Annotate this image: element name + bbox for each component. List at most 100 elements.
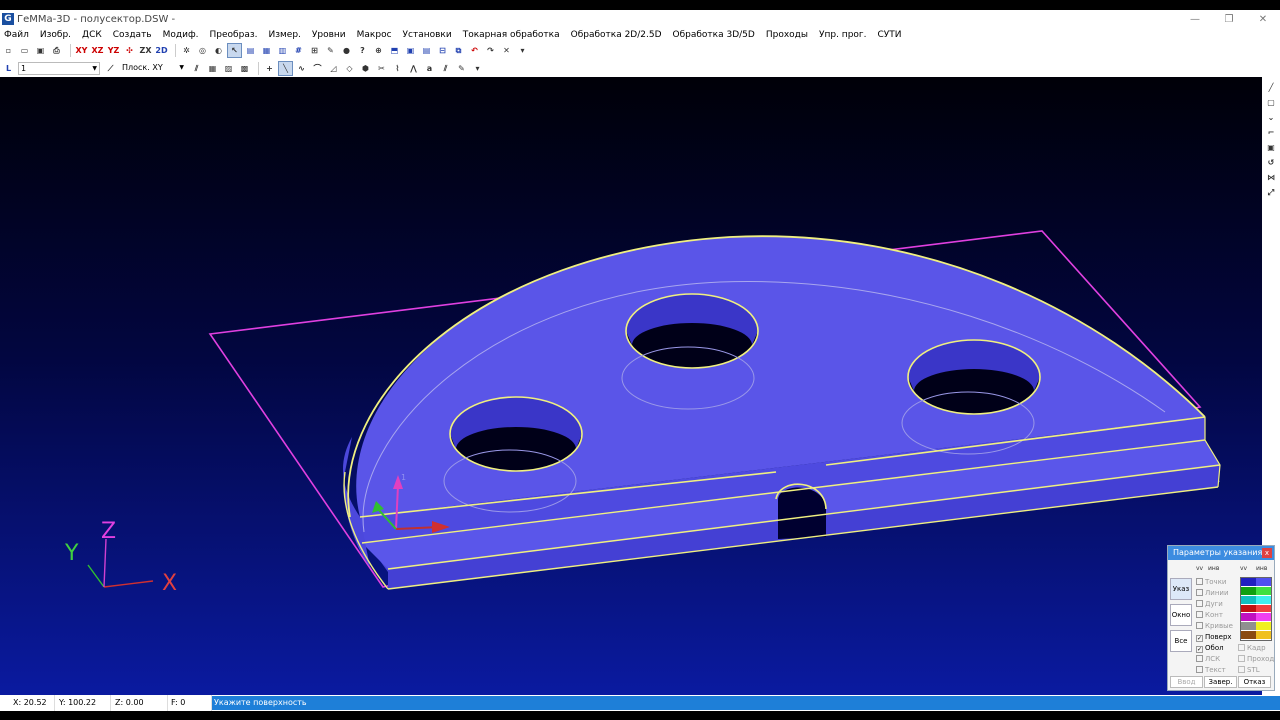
shaded-view-icon[interactable]: ▦ xyxy=(260,44,273,57)
view-zx-button[interactable]: ZX xyxy=(139,44,152,57)
export-icon[interactable]: ⧉ xyxy=(452,44,465,57)
menu-file[interactable]: Файл xyxy=(4,30,29,40)
hatch-icon[interactable]: ▨ xyxy=(222,62,235,75)
checkbox[interactable] xyxy=(1238,644,1245,651)
checkbox[interactable] xyxy=(1196,600,1203,607)
select-pointer-icon[interactable]: ↖ xyxy=(227,43,242,58)
menu-suti[interactable]: СУТИ xyxy=(878,30,902,40)
plane-icon[interactable]: ⟋ xyxy=(104,62,117,75)
checkbox[interactable] xyxy=(1196,655,1203,662)
color-swatch[interactable] xyxy=(1241,631,1256,640)
line-icon[interactable]: ╲ xyxy=(278,60,293,76)
3d-viewport[interactable]: 1 X Y Z xyxy=(0,77,1262,695)
help-icon[interactable]: ? xyxy=(356,44,369,57)
chevron-icon[interactable]: ⌄ xyxy=(1265,111,1278,124)
rotate-icon[interactable]: ↺ xyxy=(1265,156,1278,169)
cancel-button[interactable]: Отказ xyxy=(1238,676,1271,688)
menu-measure[interactable]: Измер. xyxy=(268,30,300,40)
zoom-in-icon[interactable]: ◎ xyxy=(196,44,209,57)
close-button[interactable]: ✕ xyxy=(1246,14,1280,25)
database-icon[interactable]: ⊟ xyxy=(436,44,449,57)
finish-button[interactable]: Завер. xyxy=(1204,676,1237,688)
menu-turning[interactable]: Токарная обработка xyxy=(463,30,560,40)
filter-points[interactable]: Точки xyxy=(1196,578,1226,586)
menu-dsk[interactable]: ДСК xyxy=(82,30,102,40)
new-file-icon[interactable]: ▫ xyxy=(2,44,15,57)
delete-icon[interactable]: ✕ xyxy=(500,44,513,57)
solid-icon[interactable]: ⬢ xyxy=(359,62,372,75)
dimension-icon[interactable]: ⫽ xyxy=(190,62,203,75)
checkbox[interactable] xyxy=(1196,666,1203,673)
checkbox-checked[interactable]: ✓ xyxy=(1196,635,1203,642)
layers-icon[interactable]: ⊞ xyxy=(308,44,321,57)
menu-passes[interactable]: Проходы xyxy=(766,30,808,40)
more-dropdown-icon[interactable]: ▾ xyxy=(471,62,484,75)
measure-icon[interactable]: ⋀ xyxy=(407,62,420,75)
pattern-icon[interactable]: ▩ xyxy=(238,62,251,75)
filter-shells[interactable]: ✓ Обол xyxy=(1196,644,1224,653)
menu-transform[interactable]: Преобраз. xyxy=(210,30,258,40)
save-icon[interactable]: ▣ xyxy=(34,44,47,57)
filter-lines[interactable]: Линии xyxy=(1196,589,1229,597)
checkbox[interactable] xyxy=(1238,655,1245,662)
checkbox[interactable] xyxy=(1196,611,1203,618)
view-2d-button[interactable]: 2D xyxy=(155,44,168,57)
plane-select[interactable]: Плоск. XY ▼ xyxy=(120,62,186,75)
polyline-icon[interactable]: ⌐ xyxy=(1265,126,1278,139)
model-canvas[interactable]: 1 X Y Z xyxy=(0,77,1262,695)
scale-icon[interactable]: ⤢ xyxy=(1265,186,1278,199)
arc-icon[interactable]: ⌒ xyxy=(311,62,324,75)
panel-close-button[interactable]: x xyxy=(1262,548,1272,558)
open-folder-icon[interactable]: ▭ xyxy=(18,44,31,57)
color-swatch[interactable] xyxy=(1241,586,1256,596)
redo-icon[interactable]: ↷ xyxy=(484,44,497,57)
color-swatch[interactable] xyxy=(1241,622,1256,632)
tool-icon[interactable]: ⬒ xyxy=(388,44,401,57)
simulation-icon[interactable]: ▤ xyxy=(420,44,433,57)
color-swatch[interactable] xyxy=(1241,578,1256,587)
edit-icon[interactable]: ✎ xyxy=(455,62,468,75)
zoom-out-icon[interactable]: ◐ xyxy=(212,44,225,57)
minimize-button[interactable]: — xyxy=(1178,14,1212,25)
checkbox[interactable] xyxy=(1238,666,1245,673)
menu-machining-2d[interactable]: Обработка 2D/2.5D xyxy=(571,30,662,40)
sphere-icon[interactable]: ● xyxy=(340,44,353,57)
color-swatch-grid[interactable] xyxy=(1240,577,1272,641)
color-swatch[interactable] xyxy=(1241,613,1256,623)
menu-settings[interactable]: Установки xyxy=(403,30,452,40)
color-swatch[interactable] xyxy=(1256,622,1271,632)
color-swatch[interactable] xyxy=(1256,631,1271,640)
text-icon[interactable]: a xyxy=(423,62,436,75)
view-yz-button[interactable]: YZ xyxy=(107,44,120,57)
filter-pass[interactable]: Проход xyxy=(1238,655,1274,663)
menu-create[interactable]: Создать xyxy=(113,30,152,40)
draw-line-icon[interactable]: ╱ xyxy=(1265,81,1278,94)
color-swatch[interactable] xyxy=(1241,604,1256,614)
menu-levels[interactable]: Уровни xyxy=(312,30,346,40)
filter-lsk[interactable]: ЛСК xyxy=(1196,655,1220,663)
menu-modify[interactable]: Модиф. xyxy=(163,30,199,40)
filter-surfaces[interactable]: ✓ Поверх xyxy=(1196,633,1232,642)
surface-icon[interactable]: ◇ xyxy=(343,62,356,75)
menu-macro[interactable]: Макрос xyxy=(357,30,392,40)
mode-pick-button[interactable]: Указ xyxy=(1170,578,1192,600)
mode-all-button[interactable]: Все xyxy=(1170,630,1192,652)
checkbox[interactable] xyxy=(1196,589,1203,596)
color-swatch[interactable] xyxy=(1241,595,1256,605)
undo-icon[interactable]: ↶ xyxy=(468,44,481,57)
zoom-extents-icon[interactable]: ✲ xyxy=(180,44,193,57)
offset-icon[interactable]: ⌇ xyxy=(391,62,404,75)
chamfer-icon[interactable]: ◿ xyxy=(327,62,340,75)
level-select[interactable]: 1 ▼ xyxy=(18,61,100,75)
curve-icon[interactable]: ⫽ xyxy=(439,62,452,75)
snap-icon[interactable]: ✎ xyxy=(324,44,337,57)
box-icon[interactable]: ▣ xyxy=(1265,141,1278,154)
color-swatch[interactable] xyxy=(1256,586,1271,596)
trim-icon[interactable]: ✂ xyxy=(375,62,388,75)
color-swatch[interactable] xyxy=(1256,613,1271,623)
filter-stl[interactable]: STL xyxy=(1238,666,1260,674)
enter-button[interactable]: Ввод xyxy=(1170,676,1203,688)
filter-arcs[interactable]: Дуги xyxy=(1196,600,1223,608)
render-window-icon[interactable]: ▤ xyxy=(244,44,257,57)
wireframe-view-icon[interactable]: ▥ xyxy=(276,44,289,57)
